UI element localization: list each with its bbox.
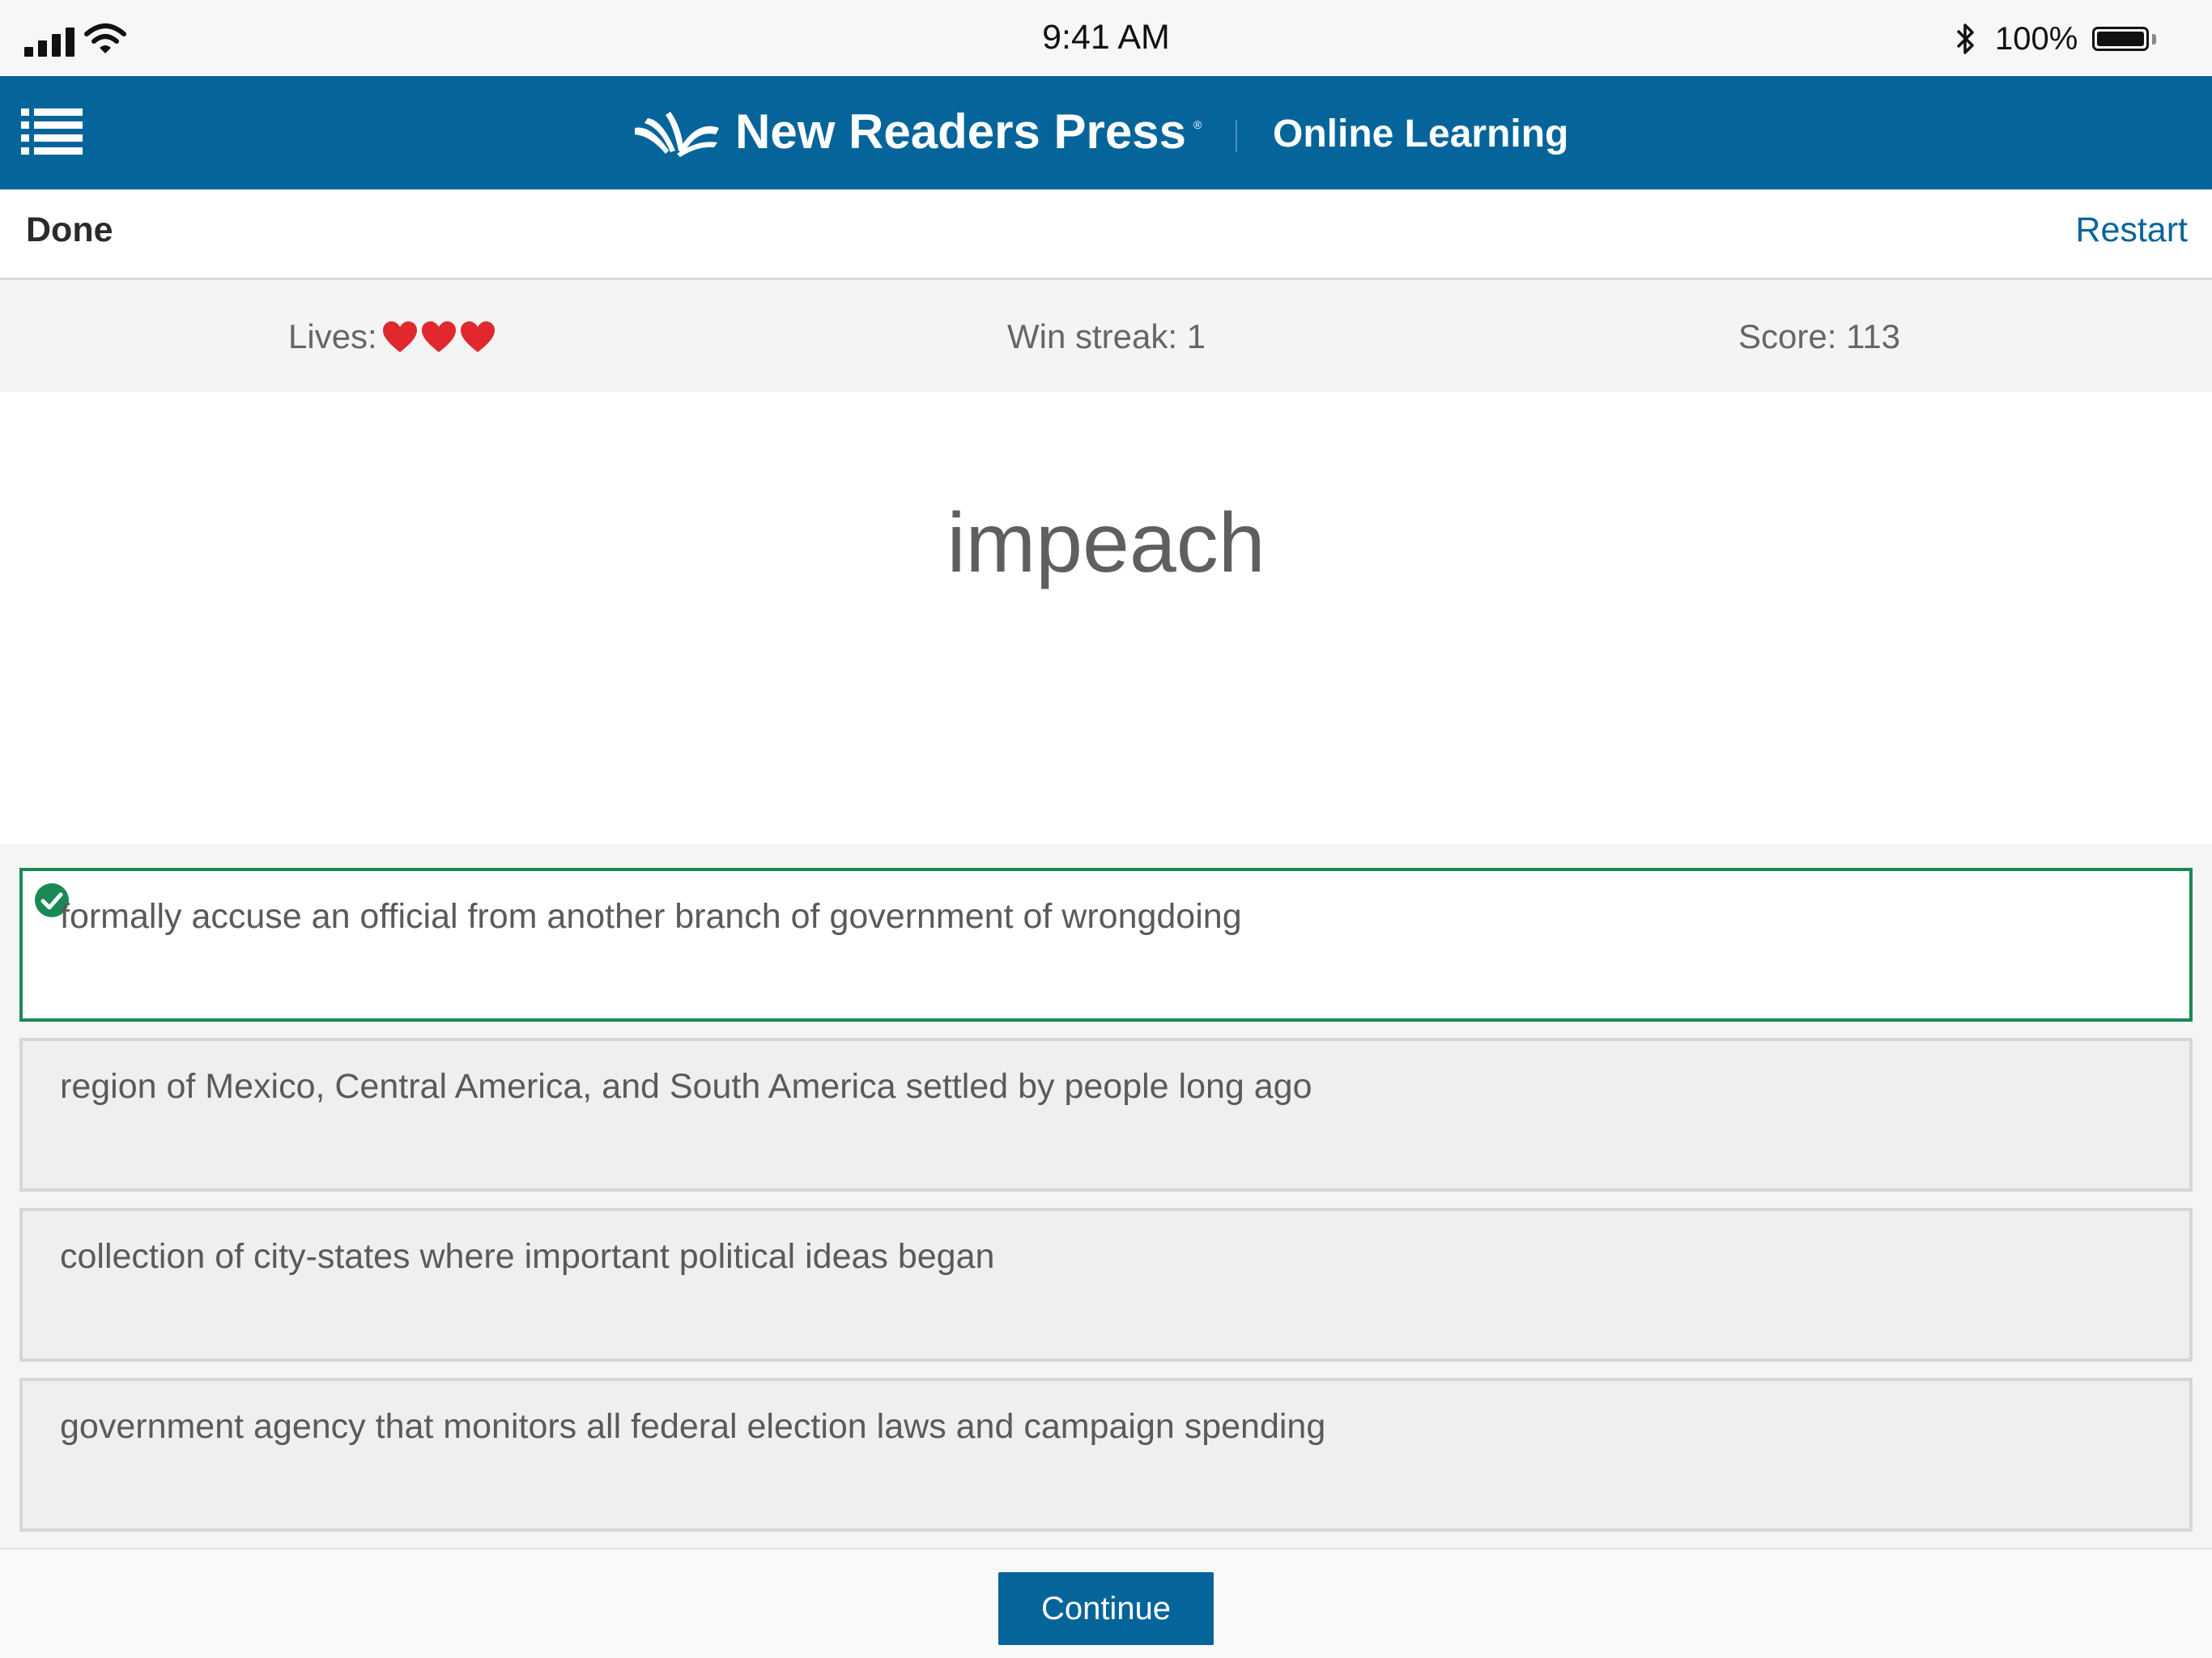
vocabulary-word: impeach (946, 496, 1266, 590)
status-time: 9:41 AM (1042, 18, 1170, 57)
done-button[interactable]: Done (26, 210, 113, 250)
answer-choice-1[interactable]: formally accuse an official from another… (19, 868, 2193, 1022)
toolbar: Done Restart (0, 189, 2212, 280)
menu-list-icon[interactable] (21, 108, 83, 155)
status-bar: 9:41 AM 100% (0, 0, 2212, 76)
lives-hearts (382, 321, 499, 353)
score: Score: 113 (1738, 317, 1901, 355)
heart-icon (383, 321, 417, 352)
header-divider (1236, 120, 1237, 152)
answer-choice-text: region of Mexico, Central America, and S… (60, 1067, 1312, 1106)
registered-mark: ® (1193, 118, 1202, 131)
bluetooth-icon (1956, 23, 1974, 54)
answer-choices: formally accuse an official from another… (0, 844, 2212, 1548)
answer-choice-text: collection of city-states where importan… (60, 1237, 995, 1276)
battery-percent: 100% (1995, 21, 2078, 57)
continue-button[interactable]: Continue (998, 1572, 1214, 1645)
answer-choice-text: formally accuse an official from another… (60, 897, 1242, 936)
battery-icon (2092, 27, 2149, 51)
answer-choice-4[interactable]: government agency that monitors all fede… (19, 1378, 2193, 1532)
answer-choice-text: government agency that monitors all fede… (60, 1407, 1326, 1446)
lives-label: Lives: (288, 317, 377, 355)
footer: Continue (0, 1548, 2212, 1658)
battery-tip (2152, 34, 2156, 45)
restart-button[interactable]: Restart (2075, 210, 2188, 250)
answer-choice-3[interactable]: collection of city-states where importan… (19, 1208, 2193, 1362)
answer-choice-2[interactable]: region of Mexico, Central America, and S… (19, 1038, 2193, 1192)
product-name: Online Learning (1273, 113, 1569, 155)
heart-icon (461, 321, 495, 352)
heart-icon (422, 321, 456, 352)
game-stats-bar: Lives: Win streak: 1 Score: 113 (0, 280, 2212, 392)
win-streak: Win streak: 1 (1007, 317, 1206, 355)
brand-name: New Readers Press (735, 104, 1186, 159)
open-book-logo-icon (635, 112, 719, 157)
app-header: New Readers Press ® Online Learning (0, 76, 2212, 189)
